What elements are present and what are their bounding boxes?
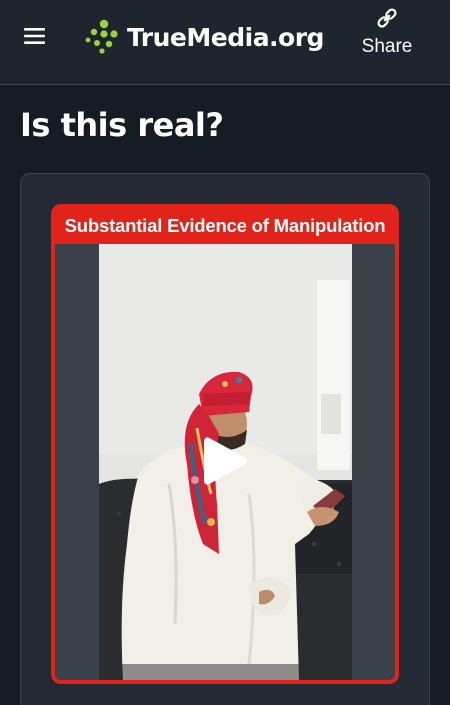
share-button[interactable]: Share xyxy=(352,6,422,66)
analysis-result: Substantial Evidence of Manipulation xyxy=(51,204,399,684)
logo-mark-icon xyxy=(85,19,118,54)
play-icon[interactable] xyxy=(202,435,248,487)
link-icon xyxy=(377,8,397,28)
top-bar: TrueMedia.org Share xyxy=(0,0,450,85)
share-label: Share xyxy=(361,36,413,57)
page: TrueMedia.org Share Is this real? Substa… xyxy=(0,0,450,705)
menu-button[interactable] xyxy=(14,18,56,54)
verdict-banner: Substantial Evidence of Manipulation xyxy=(64,215,386,236)
page-title: Is this real? xyxy=(20,106,224,144)
video-thumbnail[interactable] xyxy=(99,244,352,680)
brand-name: TrueMedia.org xyxy=(127,22,324,52)
media-preview xyxy=(55,244,395,680)
truemedia-logo[interactable]: TrueMedia.org xyxy=(85,17,324,57)
hamburger-menu-icon xyxy=(24,28,45,44)
